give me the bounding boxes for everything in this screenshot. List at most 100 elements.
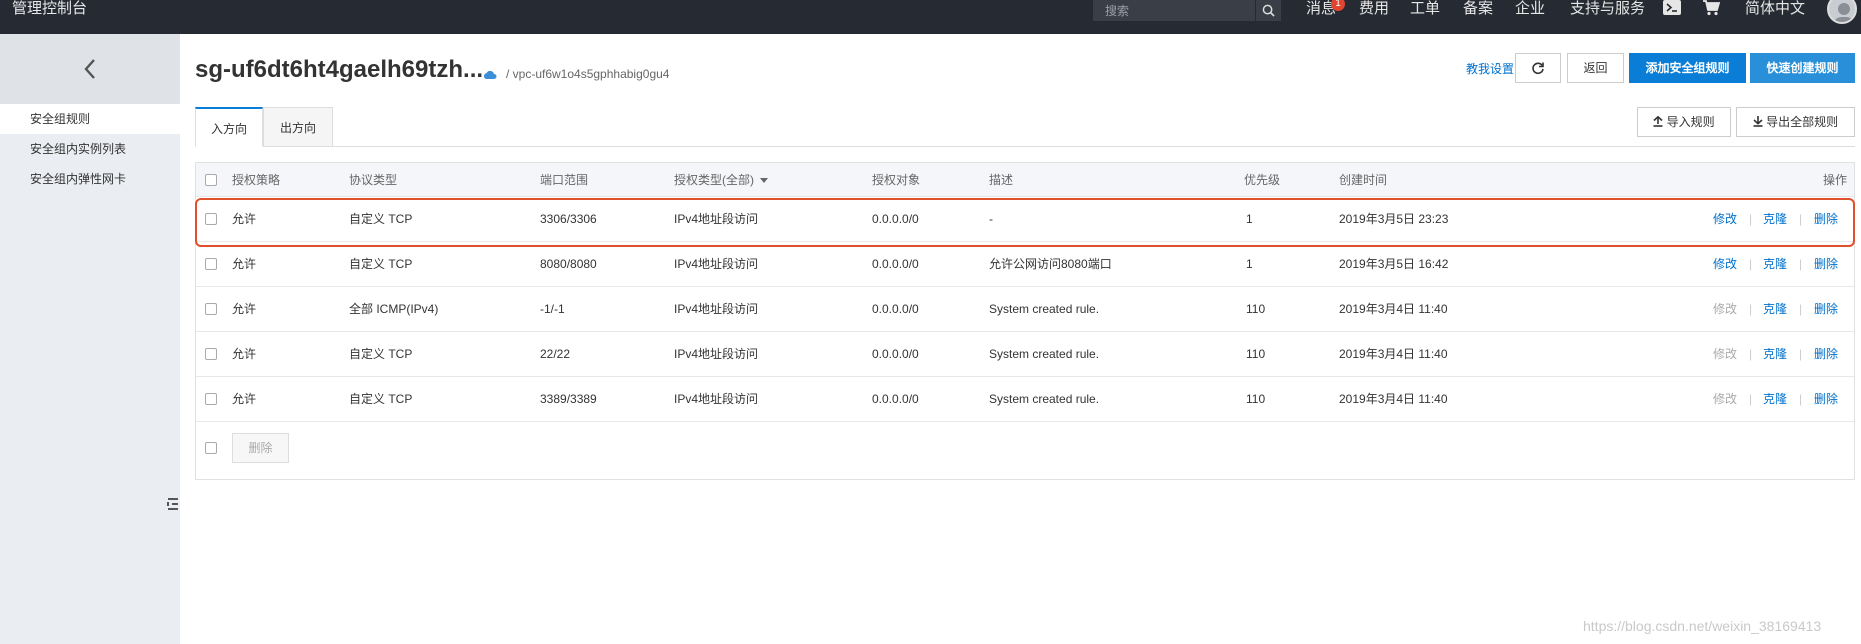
row-checkbox[interactable] (205, 213, 217, 225)
console-brand[interactable]: 管理控制台 (12, 0, 87, 18)
col-auth-type[interactable]: 授权类型(全部) (674, 163, 769, 197)
cell-desc: 允许公网访问8080端口 (989, 257, 1112, 271)
col-port: 端口范围 (540, 173, 589, 187)
quick-create-rule-button[interactable]: 快速创建规则 (1750, 53, 1855, 83)
nav-billing[interactable]: 费用 (1359, 0, 1389, 18)
cell-desc: System created rule. (989, 347, 1100, 361)
help-setup-link[interactable]: 教我设置 (1466, 60, 1514, 77)
cell-policy: 允许 (232, 392, 257, 406)
cell-port: 22/22 (540, 347, 571, 361)
download-icon (1753, 116, 1763, 127)
edit-link[interactable]: 修改 (1713, 197, 1737, 242)
nav-language[interactable]: 简体中文 (1745, 0, 1805, 18)
cell-created: 2019年3月4日 11:40 (1339, 347, 1448, 361)
import-rules-button[interactable]: 导入规则 (1637, 107, 1731, 137)
col-desc: 描述 (989, 173, 1014, 187)
col-actions: 操作 (1823, 173, 1848, 187)
row-checkbox[interactable] (205, 258, 217, 270)
row-checkbox[interactable] (205, 348, 217, 360)
clone-link[interactable]: 克隆 (1763, 242, 1787, 287)
tab-inbound[interactable]: 入方向 (195, 107, 263, 147)
cell-port: 3389/3389 (540, 392, 597, 406)
edit-link[interactable]: 修改 (1713, 242, 1737, 287)
sidebar-collapse-toggle[interactable] (166, 484, 180, 524)
search-input[interactable] (1093, 0, 1253, 21)
action-separator: | (1749, 212, 1753, 226)
back-button[interactable]: 返回 (1567, 53, 1624, 83)
search-button[interactable] (1255, 0, 1281, 21)
table-row: 允许 全部 ICMP(IPv4) -1/-1 IPv4地址段访问 0.0.0.0… (196, 287, 1854, 332)
cell-auth-type: IPv4地址段访问 (674, 302, 759, 316)
tabs-divider (195, 146, 1855, 147)
cell-created: 2019年3月4日 11:40 (1339, 302, 1448, 316)
tab-outbound[interactable]: 出方向 (263, 107, 333, 147)
cell-desc: System created rule. (989, 392, 1100, 406)
action-separator: | (1799, 257, 1803, 271)
cell-protocol: 自定义 TCP (349, 392, 413, 406)
sidebar-item-instances[interactable]: 安全组内实例列表 (0, 134, 180, 164)
select-all-checkbox[interactable] (205, 174, 217, 186)
action-separator: | (1799, 302, 1803, 316)
vpc-breadcrumb[interactable]: / vpc-uf6w1o4s5gphhabig0gu4 (506, 67, 669, 81)
bulk-delete-button[interactable]: 删除 (232, 433, 289, 463)
col-policy: 授权策略 (232, 173, 281, 187)
clone-link[interactable]: 克隆 (1763, 332, 1787, 377)
row-checkbox[interactable] (205, 393, 217, 405)
refresh-button[interactable] (1515, 53, 1561, 83)
export-rules-button[interactable]: 导出全部规则 (1736, 107, 1855, 137)
cart-icon[interactable] (1702, 0, 1721, 16)
sidebar-back-button[interactable] (0, 34, 180, 104)
table-row: 允许 自定义 TCP 3389/3389 IPv4地址段访问 0.0.0.0/0… (196, 377, 1854, 422)
cell-priority: 110 (1246, 302, 1266, 316)
delete-link[interactable]: 删除 (1814, 197, 1838, 242)
footer-select-all-checkbox[interactable] (205, 442, 217, 454)
avatar[interactable] (1827, 0, 1857, 24)
rules-table: 授权策略 协议类型 端口范围 授权类型(全部) 授权对象 描述 优先级 创建时间… (195, 162, 1855, 480)
sidebar-item-enis[interactable]: 安全组内弹性网卡 (0, 164, 180, 194)
cell-created: 2019年3月5日 23:23 (1339, 212, 1449, 226)
chevron-left-icon (84, 59, 95, 79)
cell-protocol: 全部 ICMP(IPv4) (349, 302, 439, 316)
col-auth-type-label: 授权类型(全部) (674, 173, 754, 187)
nav-enterprise[interactable]: 企业 (1515, 0, 1545, 18)
cell-policy: 允许 (232, 257, 257, 271)
caret-down-icon (760, 178, 769, 183)
cell-port: 8080/8080 (540, 257, 597, 271)
action-separator: | (1799, 212, 1803, 226)
col-protocol: 协议类型 (349, 173, 398, 187)
sidebar-item-rules[interactable]: 安全组规则 (0, 104, 180, 134)
cell-policy: 允许 (232, 347, 257, 361)
delete-link[interactable]: 删除 (1814, 287, 1838, 332)
col-object: 授权对象 (872, 173, 921, 187)
action-separator: | (1799, 392, 1803, 406)
cell-policy: 允许 (232, 212, 257, 226)
row-checkbox[interactable] (205, 303, 217, 315)
clone-link[interactable]: 克隆 (1763, 197, 1787, 242)
cell-object: 0.0.0.0/0 (872, 302, 919, 316)
cell-desc: - (989, 212, 993, 226)
upload-icon (1653, 115, 1663, 127)
terminal-icon[interactable] (1663, 0, 1681, 16)
add-rule-button[interactable]: 添加安全组规则 (1629, 53, 1746, 83)
col-priority: 优先级 (1244, 173, 1281, 187)
clone-link[interactable]: 克隆 (1763, 377, 1787, 422)
cell-auth-type: IPv4地址段访问 (674, 212, 759, 226)
delete-link[interactable]: 删除 (1814, 332, 1838, 377)
delete-link[interactable]: 删除 (1814, 377, 1838, 422)
cell-auth-type: IPv4地址段访问 (674, 392, 759, 406)
cell-policy: 允许 (232, 302, 257, 316)
nav-support[interactable]: 支持与服务 (1570, 0, 1645, 18)
nav-icp[interactable]: 备案 (1463, 0, 1493, 18)
table-row: 允许 自定义 TCP 3306/3306 IPv4地址段访问 0.0.0.0/0… (196, 197, 1854, 242)
col-created: 创建时间 (1339, 173, 1388, 187)
cell-port: 3306/3306 (540, 212, 597, 226)
delete-link[interactable]: 删除 (1814, 242, 1838, 287)
cell-protocol: 自定义 TCP (349, 257, 413, 271)
nav-tickets[interactable]: 工单 (1410, 0, 1440, 18)
cloud-icon (483, 68, 497, 83)
import-rules-label: 导入规则 (1666, 115, 1715, 129)
watermark: https://blog.csdn.net/weixin_38169413 (1583, 618, 1822, 634)
clone-link[interactable]: 克隆 (1763, 287, 1787, 332)
search-box (1093, 0, 1281, 21)
cell-priority: 110 (1246, 347, 1266, 361)
